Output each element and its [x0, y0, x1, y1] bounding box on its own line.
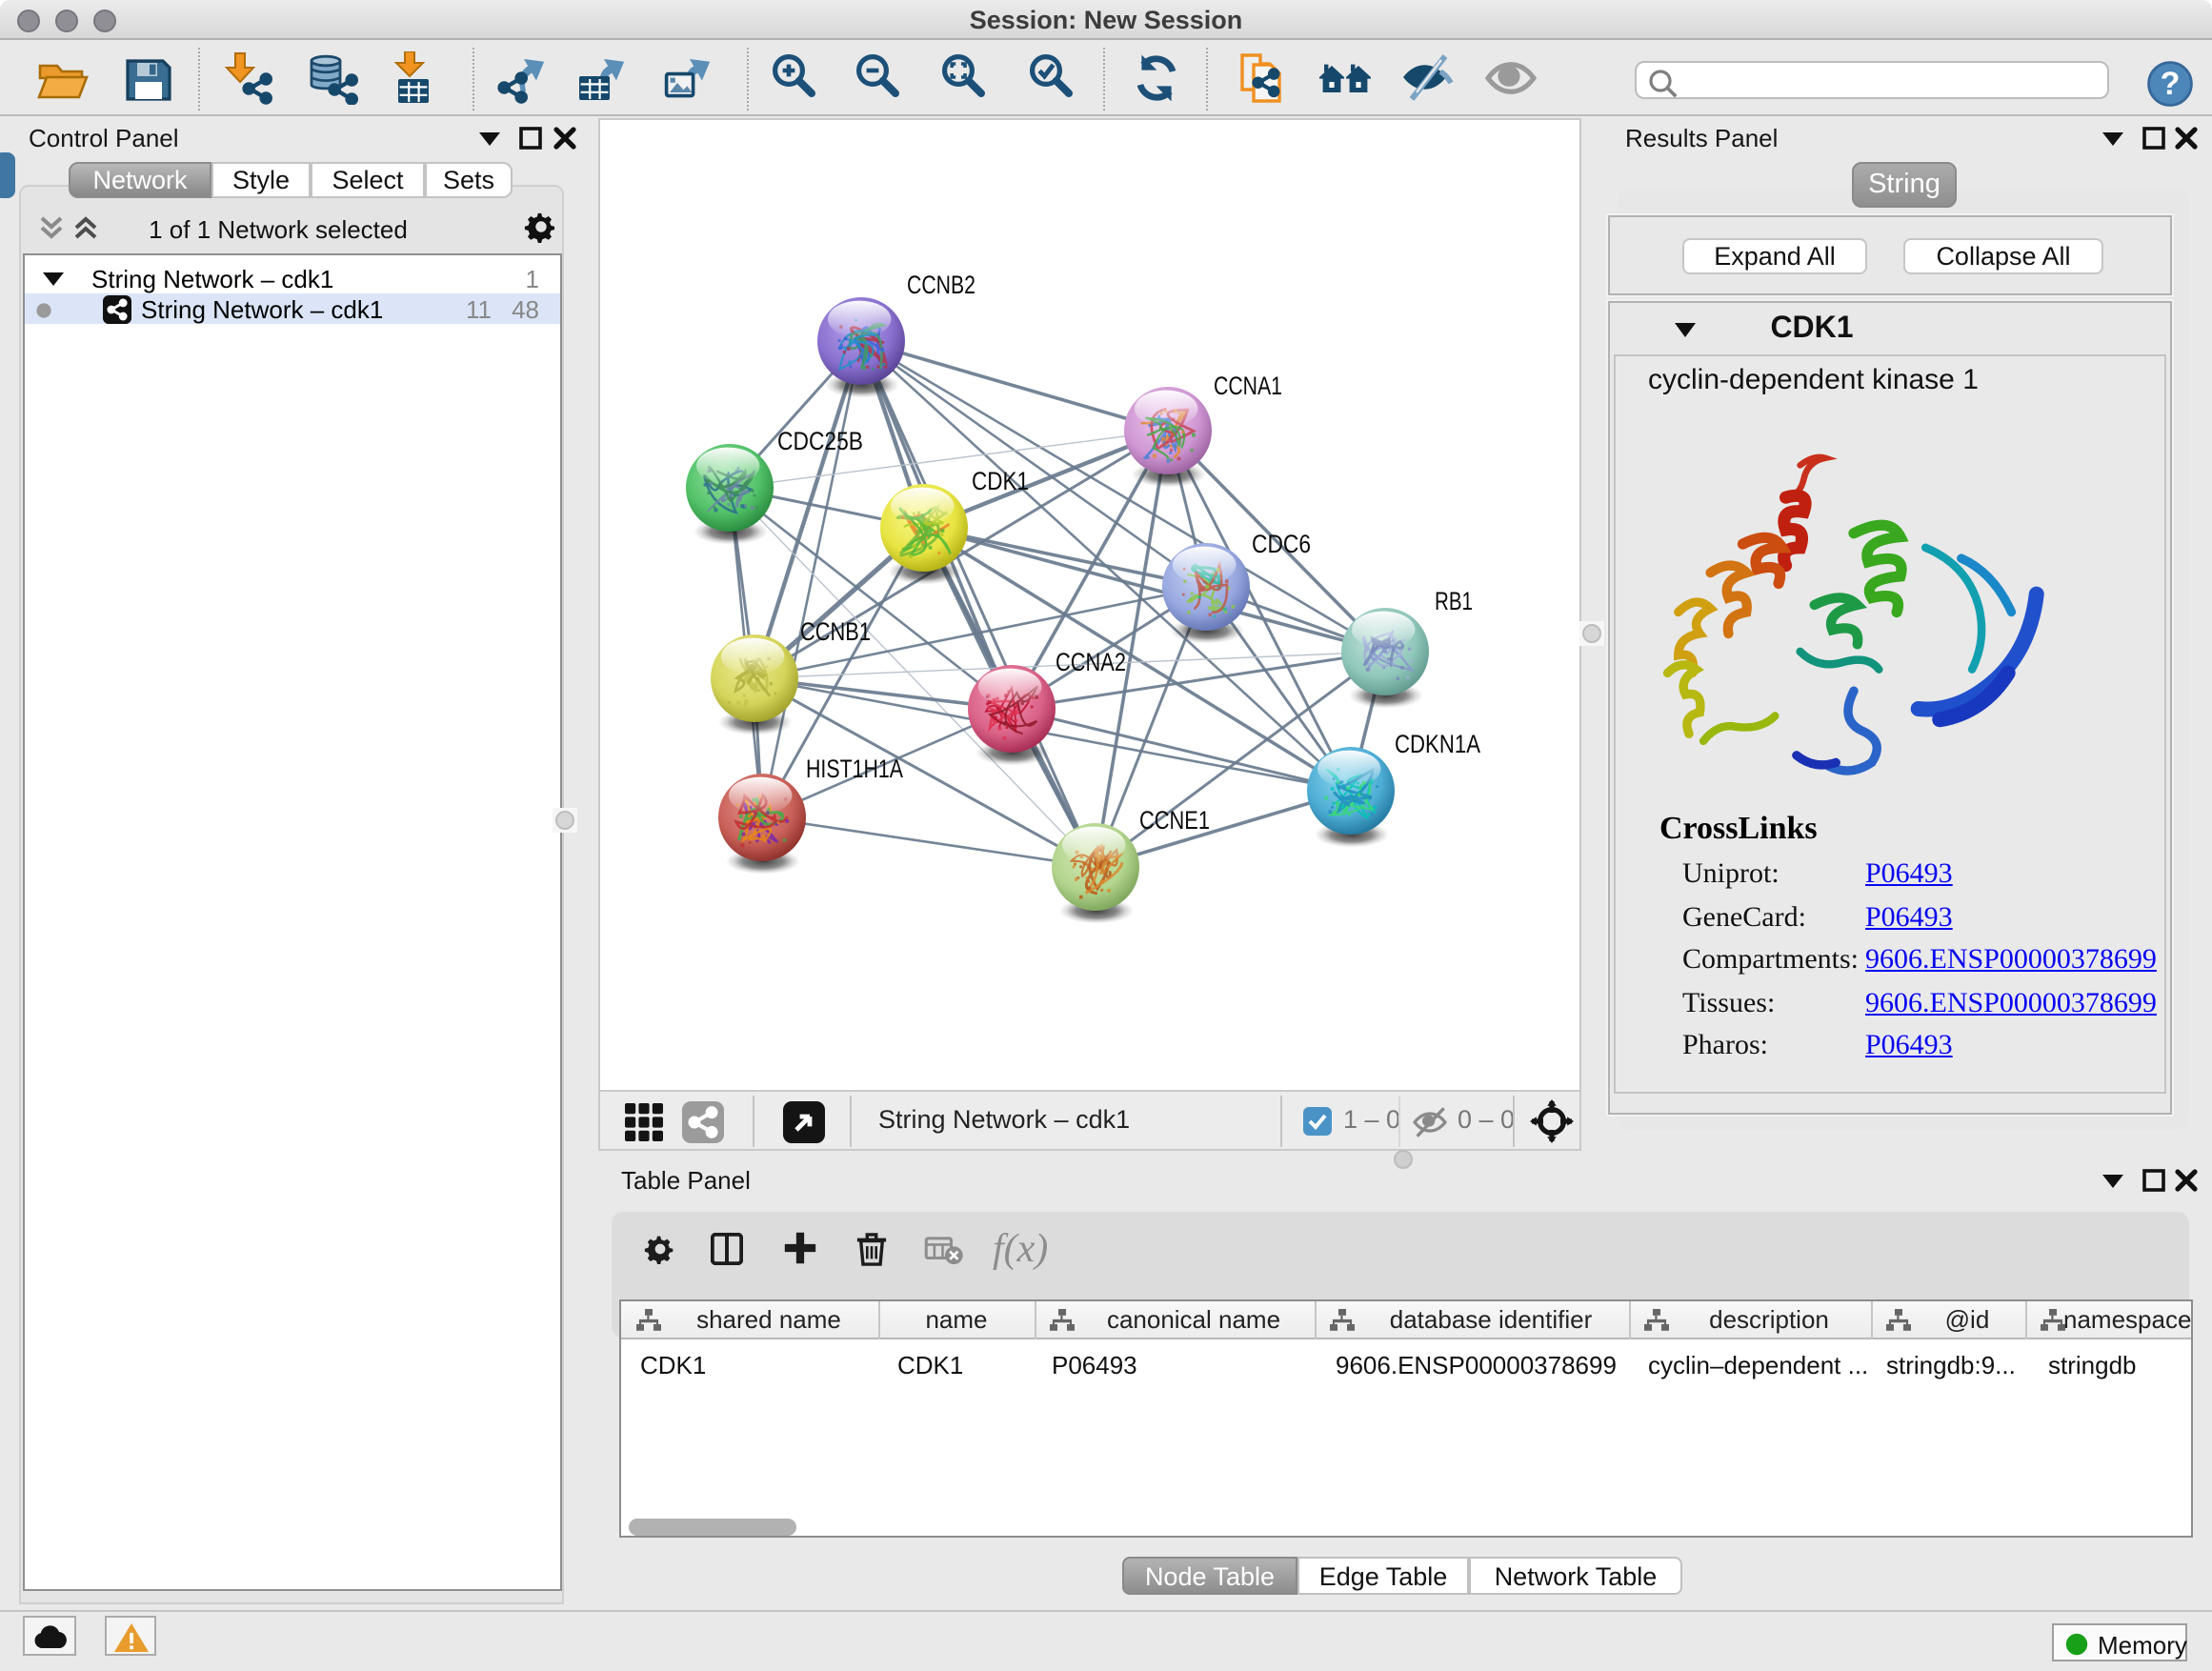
- svg-text:CCNB2: CCNB2: [907, 271, 975, 299]
- svg-text:CDC25B: CDC25B: [777, 427, 863, 455]
- svg-text:?: ?: [2161, 66, 2181, 102]
- svg-text:CCNA2: CCNA2: [1056, 648, 1126, 676]
- svg-text:CDC6: CDC6: [1252, 530, 1311, 558]
- svg-text:CDK1: CDK1: [972, 467, 1029, 495]
- svg-text:CCNB1: CCNB1: [800, 617, 871, 646]
- svg-text:CCNE1: CCNE1: [1139, 806, 1210, 835]
- svg-text:CDKN1A: CDKN1A: [1395, 730, 1480, 758]
- svg-text:HIST1H1A: HIST1H1A: [806, 755, 903, 783]
- svg-text:RB1: RB1: [1435, 587, 1473, 615]
- svg-text:CCNA1: CCNA1: [1214, 372, 1282, 400]
